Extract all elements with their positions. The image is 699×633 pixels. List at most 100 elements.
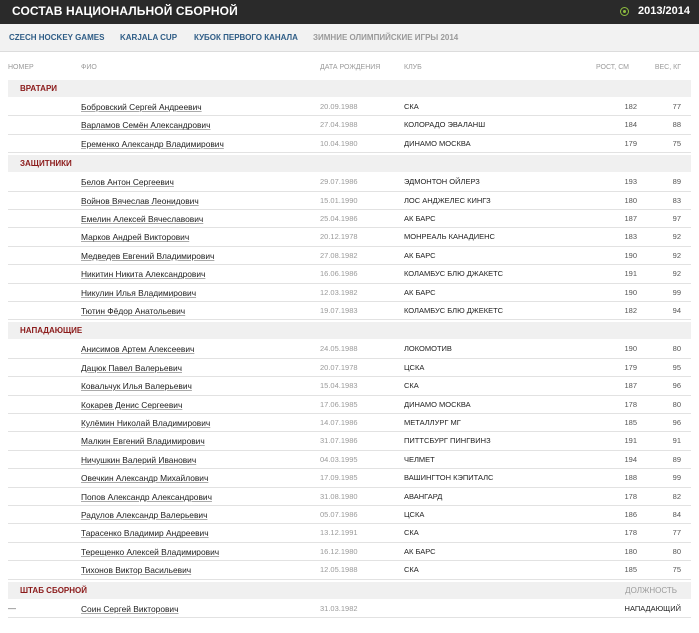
table-row: Войнов Вячеслав Леонидович 15.01.1990 ЛОС … xyxy=(8,192,691,210)
table-row: Кокарев Денис Сергеевич 17.06.1985 ДИНАМО … xyxy=(8,396,691,414)
staff-dob: 31.03.1982 xyxy=(320,603,358,613)
player-name-link[interactable]: Никулин Илья Владимирович xyxy=(81,288,196,298)
table-row: Овечкин Александр Михайлович 17.09.1985 ВА… xyxy=(8,469,691,488)
player-dob: 15.04.1983 xyxy=(320,381,358,391)
player-name-link[interactable]: Радулов Александр Валерьевич xyxy=(81,510,207,520)
player-weight: 88 xyxy=(672,120,681,130)
table-row: Радулов Александр Валерьевич 05.07.1986 ЦС… xyxy=(8,506,691,525)
player-name-link[interactable]: Кулёмин Николай Владимирович xyxy=(81,418,210,428)
staff-number: — xyxy=(8,603,16,613)
player-name-link[interactable]: Марков Андрей Викторович xyxy=(81,232,189,242)
player-weight: 83 xyxy=(672,195,681,205)
player-height: 186 xyxy=(624,510,637,519)
player-name-link[interactable]: Войнов Вячеслав Леонидович xyxy=(81,196,199,206)
tab-czech-hockey-games[interactable]: CZECH HOCKEY GAMES xyxy=(9,33,104,42)
player-name-link[interactable]: Варламов Семён Александрович xyxy=(81,120,210,130)
player-name-link[interactable]: Терещенко Алексей Владимирович xyxy=(81,547,219,557)
player-dob: 20.09.1988 xyxy=(320,102,358,111)
player-name-link[interactable]: Кокарев Денис Сергеевич xyxy=(81,400,182,410)
player-dob: 17.06.1985 xyxy=(320,399,358,409)
player-height: 178 xyxy=(624,528,637,538)
player-height: 184 xyxy=(624,120,637,130)
player-weight: 80 xyxy=(672,399,681,409)
player-height: 178 xyxy=(624,399,637,409)
player-club: ДИНАМО МОСКВА xyxy=(404,399,471,409)
player-dob: 10.04.1980 xyxy=(320,138,358,148)
player-weight: 94 xyxy=(672,306,681,315)
tournament-tabs: CZECH HOCKEY GAMES KARJALA CUP КУБОК ПЕР… xyxy=(0,24,699,52)
player-dob: 29.07.1986 xyxy=(320,177,358,187)
staff-position: НАПАДАЮЩИЙ xyxy=(624,603,681,613)
player-name-link[interactable]: Анисимов Артем Алексеевич xyxy=(81,344,194,354)
player-weight: 89 xyxy=(672,454,681,464)
column-header-number: НОМЕР xyxy=(8,64,34,71)
player-height: 194 xyxy=(624,454,637,464)
season-radio-icon[interactable] xyxy=(620,7,629,16)
column-header-weight: ВЕС, КГ xyxy=(654,64,681,71)
player-height: 178 xyxy=(624,491,637,501)
player-club: КОЛОРАДО ЭВАЛАНШ xyxy=(404,120,486,130)
player-name-link[interactable]: Емелин Алексей Вячеславович xyxy=(81,214,203,224)
player-club: КОЛАМБУС БЛЮ ДЖЕКЕТС xyxy=(404,306,504,315)
player-weight: 75 xyxy=(672,565,681,575)
section-label: НАПАДАЮЩИЕ xyxy=(20,326,83,336)
staff-name-link[interactable]: Соин Сергей Викторович xyxy=(81,604,178,614)
table-row: Попов Александр Александрович 31.08.1980 А… xyxy=(8,488,691,506)
title-bar: СОСТАВ НАЦИОНАЛЬНОЙ СБОРНОЙ 2013/2014 xyxy=(0,0,699,24)
player-name-link[interactable]: Ковальчук Илья Валерьевич xyxy=(81,381,192,391)
player-name-link[interactable]: Медведев Евгений Владимирович xyxy=(81,251,214,261)
player-height: 187 xyxy=(624,214,637,223)
tab-winter-olympics-2014[interactable]: ЗИМНИЕ ОЛИМПИЙСКИЕ ИГРЫ 2014 xyxy=(313,33,458,42)
table-row: Тютин Фёдор Анатольевич 19.07.1983 КОЛАМБУ… xyxy=(8,302,691,321)
player-name-link[interactable]: Белов Антон Сергеевич xyxy=(81,177,174,187)
table-row: Марков Андрей Викторович 20.12.1978 МОНРЕА… xyxy=(8,228,691,247)
player-weight: 96 xyxy=(672,418,681,427)
player-club: КОЛАМБУС БЛЮ ДЖАКЕТС xyxy=(404,269,504,279)
player-weight: 91 xyxy=(672,436,681,446)
player-weight: 77 xyxy=(672,102,681,111)
player-dob: 12.05.1988 xyxy=(320,565,358,575)
player-dob: 31.08.1980 xyxy=(320,491,358,501)
player-dob: 05.07.1986 xyxy=(320,510,358,519)
season-label[interactable]: 2013/2014 xyxy=(638,5,690,17)
tab-karjala-cup[interactable]: KARJALA CUP xyxy=(120,33,177,42)
player-name-link[interactable]: Тарасенко Владимир Андреевич xyxy=(81,528,209,538)
player-club: ЦСКА xyxy=(404,362,425,372)
player-name-link[interactable]: Дацюк Павел Валерьевич xyxy=(81,363,182,373)
player-name-link[interactable]: Тютин Фёдор Анатольевич xyxy=(81,306,185,316)
section-header: ВРАТАРИ xyxy=(8,80,691,97)
table-row: Кулёмин Николай Владимирович 14.07.1986 МЕ… xyxy=(8,414,691,433)
player-weight: 75 xyxy=(672,138,681,148)
player-dob: 25.04.1986 xyxy=(320,214,358,223)
player-weight: 80 xyxy=(672,344,681,354)
player-dob: 27.04.1988 xyxy=(320,120,358,130)
table-row: Тихонов Виктор Васильевич 12.05.1988 СКА 18… xyxy=(8,561,691,580)
player-name-link[interactable]: Никитин Никита Александрович xyxy=(81,269,205,279)
player-name-link[interactable]: Ничушкин Валерий Иванович xyxy=(81,455,196,465)
player-name-link[interactable]: Малкин Евгений Владимирович xyxy=(81,436,205,446)
player-name-link[interactable]: Бобровский Сергей Андреевич xyxy=(81,102,202,112)
table-row: Медведев Евгений Владимирович 27.08.1982 А… xyxy=(8,247,691,266)
player-name-link[interactable]: Еременко Александр Владимирович xyxy=(81,139,224,149)
player-weight: 96 xyxy=(672,381,681,391)
column-header-name: ФИО xyxy=(81,64,97,71)
player-dob: 19.07.1983 xyxy=(320,306,358,315)
player-club: ЭДМОНТОН ОЙЛЕРЗ xyxy=(404,177,480,187)
player-height: 180 xyxy=(624,195,637,205)
player-name-link[interactable]: Попов Александр Александрович xyxy=(81,492,212,502)
player-club: СКА xyxy=(404,565,419,575)
player-club: ЧЕЛМЕТ xyxy=(404,454,435,464)
player-club: ЛОС АНДЖЕЛЕС КИНГЗ xyxy=(404,195,491,205)
player-name-link[interactable]: Тихонов Виктор Васильевич xyxy=(81,565,191,575)
table-row: Ничушкин Валерий Иванович 04.03.1995 ЧЕЛМЕ… xyxy=(8,451,691,470)
player-height: 193 xyxy=(624,177,637,187)
tab-channel-one-cup[interactable]: КУБОК ПЕРВОГО КАНАЛА xyxy=(194,33,298,42)
player-club: ДИНАМО МОСКВА xyxy=(404,138,471,148)
player-club: МЕТАЛЛУРГ МГ xyxy=(404,418,461,427)
table-row: Никулин Илья Владимирович 12.03.1982 АК БА… xyxy=(8,284,691,302)
player-name-link[interactable]: Овечкин Александр Михайлович xyxy=(81,473,208,483)
player-height: 190 xyxy=(624,344,637,354)
player-dob: 04.03.1995 xyxy=(320,454,358,464)
player-height: 179 xyxy=(624,138,637,148)
table-row: Белов Антон Сергеевич 29.07.1986 ЭДМОНТОН … xyxy=(8,173,691,192)
